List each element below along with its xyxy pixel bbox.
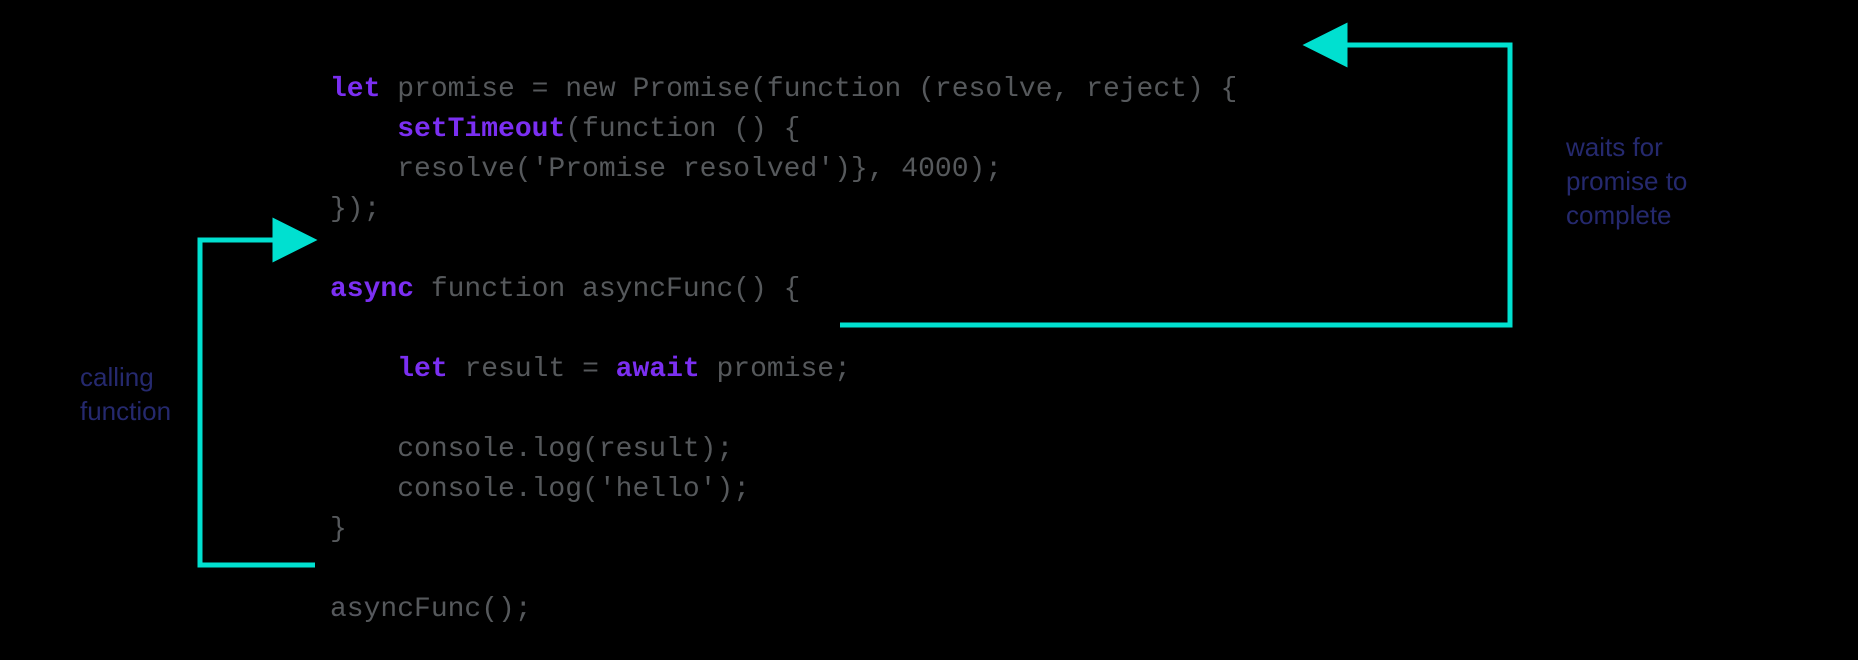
keyword-let-2: let: [397, 354, 447, 385]
code-line-8: console.log('hello');: [330, 474, 750, 505]
annotation-waits-for-promise: waits for promise to complete: [1566, 130, 1766, 232]
code-line-1: let promise = new Promise(function (reso…: [330, 74, 1237, 105]
keyword-await: await: [616, 354, 700, 385]
label-complete: complete: [1566, 200, 1672, 230]
code-line-2: setTimeout(function () {: [330, 114, 801, 145]
code-line-10: asyncFunc();: [330, 594, 532, 625]
label-calling: calling: [80, 362, 154, 392]
keyword-let: let: [330, 74, 380, 105]
annotation-calling-function: calling function: [80, 360, 171, 428]
code-line-3: resolve('Promise resolved')}, 4000);: [330, 154, 1002, 185]
label-promise: promise to: [1566, 166, 1687, 196]
label-function: function: [80, 396, 171, 426]
keyword-async: async: [330, 274, 414, 305]
code-line-9: }: [330, 514, 347, 545]
code-line-5: async function asyncFunc() {: [330, 274, 800, 305]
arrow-calling-function: [200, 240, 315, 565]
code-line-6: let result = await promise;: [330, 354, 851, 385]
code-line-4: });: [330, 194, 380, 225]
code-block: let promise = new Promise(function (reso…: [330, 30, 1237, 630]
label-waits: waits for: [1566, 132, 1663, 162]
code-line-7: console.log(result);: [330, 434, 733, 465]
function-setTimeout: setTimeout: [397, 114, 565, 145]
